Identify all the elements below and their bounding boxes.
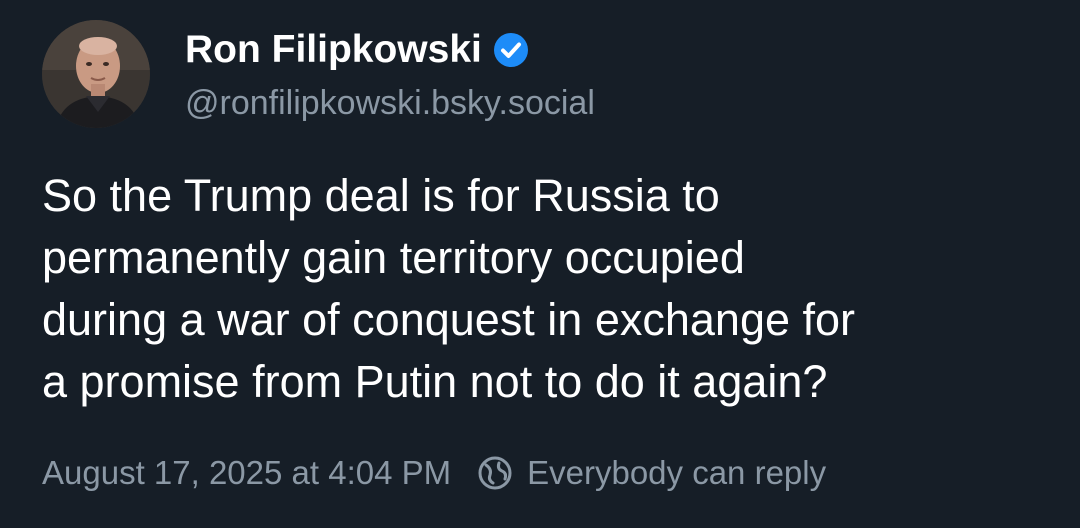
avatar-photo-icon — [42, 20, 150, 128]
post-card: Ron Filipkowski @ronfilipkowski.bsky.soc… — [0, 0, 1080, 528]
reply-setting-label[interactable]: Everybody can reply — [527, 454, 826, 492]
author-name[interactable]: Ron Filipkowski — [185, 24, 530, 76]
avatar[interactable] — [42, 20, 150, 128]
verified-badge-icon — [492, 31, 530, 69]
globe-icon — [477, 455, 513, 491]
post-text: So the Trump deal is for Russia to perma… — [42, 170, 856, 407]
author-display-name[interactable]: Ron Filipkowski — [185, 24, 482, 76]
author-handle[interactable]: @ronfilipkowski.bsky.social — [185, 80, 595, 126]
post-timestamp[interactable]: August 17, 2025 at 4:04 PM — [42, 454, 451, 492]
post-meta: August 17, 2025 at 4:04 PM Everybody can… — [42, 448, 826, 498]
